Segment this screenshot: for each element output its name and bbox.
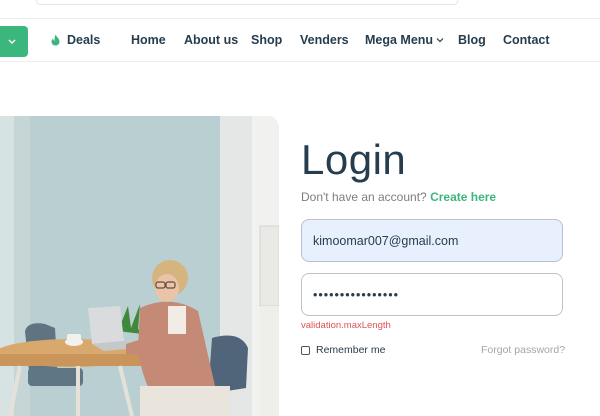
nav-label-home: Home xyxy=(131,33,166,47)
email-field[interactable] xyxy=(301,219,563,262)
woman-with-laptop-illustration xyxy=(0,116,279,416)
signup-prompt: Don't have an account? Create here xyxy=(301,190,496,204)
create-account-link[interactable]: Create here xyxy=(430,190,496,204)
nav-label-mega-menu: Mega Menu xyxy=(365,33,434,47)
remember-me-checkbox[interactable] xyxy=(301,345,310,355)
nav-label-deals: Deals xyxy=(67,33,101,47)
page-title: Login xyxy=(301,136,407,183)
nav-item-contact[interactable]: Contact xyxy=(503,33,550,47)
nav-item-venders[interactable]: Venders xyxy=(300,33,349,47)
nav-item-shop[interactable]: Shop xyxy=(251,33,282,47)
nav-label-about-us: About us xyxy=(184,33,239,47)
password-validation-error: validation.maxLength xyxy=(301,320,391,331)
forgot-password-link[interactable]: Forgot password? xyxy=(481,344,565,356)
nav-item-mega-menu[interactable]: Mega Menu xyxy=(365,33,444,47)
header-top xyxy=(0,0,600,18)
nav-item-deals[interactable]: Deals xyxy=(50,33,100,47)
nav-item-home[interactable]: Home xyxy=(131,33,166,47)
nav-label-blog: Blog xyxy=(458,33,486,47)
chevron-down-icon xyxy=(436,38,444,43)
nav-item-about-us[interactable]: About us xyxy=(184,33,238,47)
search-bar[interactable] xyxy=(36,0,458,5)
remember-me[interactable]: Remember me xyxy=(301,344,385,356)
flame-icon xyxy=(51,34,60,46)
nav-label-contact: Contact xyxy=(503,33,550,47)
remember-me-label: Remember me xyxy=(316,344,386,356)
chevron-down-icon xyxy=(8,38,16,44)
nav-label-shop: Shop xyxy=(251,33,283,47)
nav-item-blog[interactable]: Blog xyxy=(458,33,486,47)
main-navigation: Deals Home About us Shop Venders Mega Me… xyxy=(0,18,600,62)
no-account-text: Don't have an account? xyxy=(301,190,427,204)
browse-categories-button[interactable] xyxy=(0,26,28,57)
password-field[interactable] xyxy=(301,273,563,316)
nav-label-venders: Venders xyxy=(300,33,349,47)
login-hero-image xyxy=(0,116,279,416)
